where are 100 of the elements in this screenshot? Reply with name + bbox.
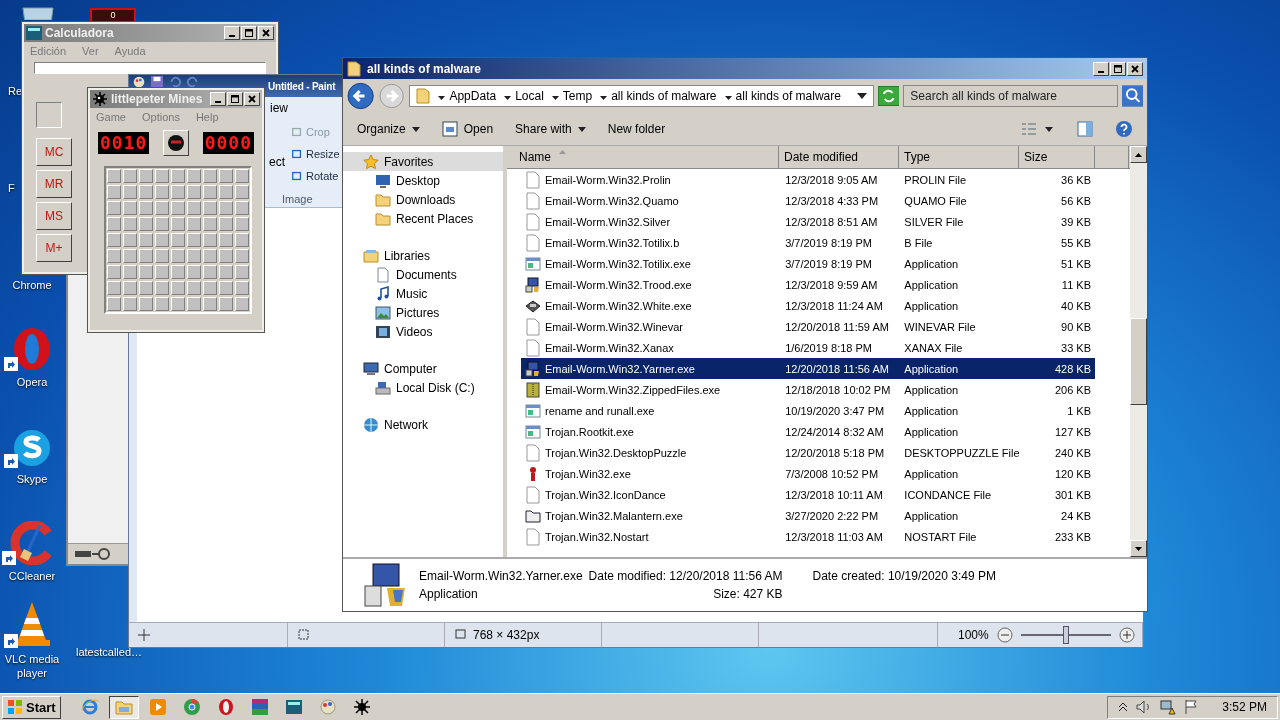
view-options-icon[interactable]: [1021, 122, 1055, 136]
file-row[interactable]: Email-Worm.Win32.Winevar 12/20/2018 11:59 AM WINEVAR File 90 KB: [521, 316, 1095, 337]
file-row[interactable]: Email-Worm.Win32.Prolin 12/3/2018 9:05 AM PROLIN File 36 KB: [521, 169, 1095, 190]
scroll-up-icon[interactable]: [1135, 152, 1142, 157]
network-warning-icon[interactable]: [1160, 699, 1177, 715]
memory-button[interactable]: M+: [36, 234, 72, 262]
desktop-icon-label[interactable]: F: [0, 181, 15, 195]
zoom-out-icon[interactable]: [996, 627, 1013, 643]
preview-pane-icon[interactable]: [1077, 121, 1093, 137]
minefield-drawing[interactable]: [104, 166, 252, 314]
image-tool-button[interactable]: Resize: [291, 145, 340, 163]
nav-item[interactable]: Pictures: [343, 303, 503, 322]
flag-icon[interactable]: [1184, 699, 1199, 715]
memory-button[interactable]: MC: [36, 138, 72, 166]
breadcrumb-item[interactable]: Temp: [551, 89, 593, 103]
close-button[interactable]: [1127, 61, 1143, 76]
desktop-icon-label[interactable]: VLC media player: [1, 652, 63, 680]
nav-item[interactable]: Libraries: [343, 246, 503, 265]
file-row[interactable]: Trojan.Win32.IconDance 12/3/2018 10:11 AM ICONDANCE File 301 KB: [521, 484, 1095, 505]
desktop-icon-label[interactable]: Skype: [1, 472, 63, 486]
nav-item[interactable]: Downloads: [343, 190, 503, 209]
maximize-button[interactable]: [227, 92, 243, 106]
file-row[interactable]: Trojan.Rootkit.exe 12/24/2014 8:32 AM Application 127 KB: [521, 421, 1095, 442]
breadcrumb-item[interactable]: all kinds of malware: [600, 89, 717, 103]
file-row[interactable]: Email-Worm.Win32.Quamo 12/3/2018 4:33 PM QUAMO File 56 KB: [521, 190, 1095, 211]
column-header[interactable]: Size: [1019, 146, 1095, 168]
desktop-icon-label[interactable]: Chrome: [1, 278, 63, 292]
palette-icon[interactable]: [133, 76, 145, 88]
undo-icon[interactable]: [169, 76, 181, 88]
desktop-icon-label[interactable]: Re: [0, 84, 23, 98]
dropdown-caret-icon[interactable]: [856, 93, 867, 99]
nav-item[interactable]: Recent Places: [343, 209, 503, 228]
minimize-button[interactable]: [210, 92, 226, 106]
column-header[interactable]: Name: [507, 146, 779, 168]
file-row[interactable]: Trojan.Win32.DesktopPuzzle 12/20/2018 5:18 PM DESKTOPPUZZLE File 240 KB: [521, 442, 1095, 463]
nav-item[interactable]: Local Disk (C:): [343, 378, 503, 397]
file-row[interactable]: Email-Worm.Win32.White.exe 12/3/2018 11:24 AM Application 40 KB: [521, 295, 1095, 316]
opera-logo-icon[interactable]: [12, 327, 52, 371]
minimize-button[interactable]: [1093, 61, 1109, 76]
file-row[interactable]: Email-Worm.Win32.Silver 12/3/2018 8:51 AM SILVER File 39 KB: [521, 211, 1095, 232]
file-row[interactable]: Trojan.Win32.exe 7/3/2008 10:52 PM Application 120 KB: [521, 463, 1095, 484]
desktop-icon-label[interactable]: Opera: [1, 375, 63, 389]
refresh-button[interactable]: [877, 86, 900, 106]
file-row[interactable]: Email-Worm.Win32.Totilix.exe 3/7/2019 8:19 PM Application 51 KB: [521, 253, 1095, 274]
file-row[interactable]: Email-Worm.Win32.Totilix.b 3/7/2019 8:19 PM B File 55 KB: [521, 232, 1095, 253]
memory-button[interactable]: MS: [36, 202, 72, 230]
clock[interactable]: 3:52 PM: [1222, 700, 1267, 714]
file-row[interactable]: Trojan.Win32.Nostart 12/3/2018 11:03 AM NOSTART File 233 KB: [521, 526, 1095, 547]
save-icon[interactable]: [151, 76, 163, 88]
file-row[interactable]: rename and runall.exe 10/19/2020 3:47 PM Application 1 KB: [521, 400, 1095, 421]
memory-button[interactable]: MR: [36, 170, 72, 198]
toolbar-button[interactable]: New folder: [607, 122, 666, 136]
nav-item[interactable]: Favorites: [343, 152, 503, 171]
nav-item[interactable]: Computer: [343, 359, 503, 378]
help-icon[interactable]: [1115, 120, 1133, 138]
desktop-icon-label[interactable]: latestcalled…: [76, 646, 143, 658]
slider-thumb[interactable]: [1062, 626, 1069, 644]
column-header[interactable]: Date modified: [779, 146, 899, 168]
face-button[interactable]: [163, 130, 189, 156]
toolbar-button[interactable]: Organize: [357, 122, 420, 136]
image-tool-button[interactable]: Rotate: [291, 167, 340, 185]
column-header[interactable]: Type: [899, 146, 1019, 168]
nav-item[interactable]: Music: [343, 284, 503, 303]
ccleaner-logo-icon[interactable]: [10, 521, 54, 565]
toolbar-button[interactable]: Open: [441, 121, 494, 137]
close-button[interactable]: [244, 92, 260, 106]
search-icon[interactable]: [1121, 85, 1143, 107]
back-button[interactable]: [347, 82, 375, 110]
toolbar-button[interactable]: Share with: [515, 122, 586, 136]
breadcrumb-item[interactable]: Local: [504, 89, 544, 103]
maximize-button[interactable]: [1110, 61, 1126, 76]
chevron-up-icon[interactable]: [1118, 702, 1129, 712]
select-tool-button[interactable]: ect: [269, 155, 285, 169]
ribbon-tab[interactable]: iew: [270, 97, 288, 119]
skype-logo-icon[interactable]: [12, 428, 52, 468]
trash-bin-icon[interactable]: [20, 6, 56, 20]
scroll-down-icon[interactable]: [1135, 546, 1142, 551]
nav-item[interactable]: Documents: [343, 265, 503, 284]
file-row[interactable]: Email-Worm.Win32.Trood.exe 12/3/2018 9:59 AM Application 11 KB: [521, 274, 1095, 295]
file-row[interactable]: Email-Worm.Win32.Xanax 1/6/2019 8:18 PM XANAX File 33 KB: [521, 337, 1095, 358]
file-row[interactable]: Email-Worm.Win32.Yarner.exe 12/20/2018 11:56 AM Application 428 KB: [521, 358, 1095, 379]
address-bar[interactable]: AppData Local Temp all kinds of malware all kinds of malware: [409, 85, 874, 107]
breadcrumb-item[interactable]: AppData: [438, 89, 497, 103]
file-row[interactable]: Trojan.Win32.Malantern.exe 3/27/2020 2:22 PM Application 24 KB: [521, 505, 1095, 526]
close-button[interactable]: [258, 26, 274, 40]
desktop-icon-label[interactable]: CCleaner: [1, 569, 63, 583]
minimize-button[interactable]: [224, 26, 240, 40]
search-field[interactable]: Search all kinds of malware: [903, 85, 1118, 107]
scrollbar-thumb[interactable]: [1130, 318, 1147, 405]
zoom-in-icon[interactable]: [1118, 627, 1135, 643]
nav-item[interactable]: Network: [343, 415, 503, 434]
nav-item[interactable]: Desktop: [343, 171, 503, 190]
start-button[interactable]: Start: [2, 695, 61, 719]
nav-item[interactable]: Videos: [343, 322, 503, 341]
maximize-button[interactable]: [241, 26, 257, 40]
file-row[interactable]: Email-Worm.Win32.ZippedFiles.exe 12/18/2018 10:02 PM Application 206 KB: [521, 379, 1095, 400]
redo-icon[interactable]: [187, 76, 199, 88]
breadcrumb-item[interactable]: all kinds of malware: [724, 89, 841, 103]
taskbar-button[interactable]: [108, 695, 139, 719]
scrollbar[interactable]: [1130, 146, 1147, 557]
